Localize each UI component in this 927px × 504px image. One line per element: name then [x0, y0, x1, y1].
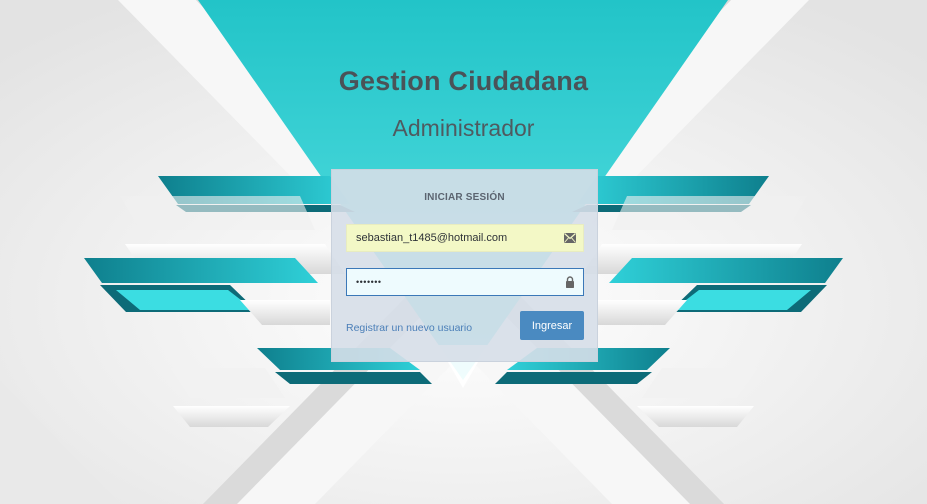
password-field[interactable]: ••••••• [346, 268, 584, 296]
app-title: Gestion Ciudadana [338, 66, 589, 96]
login-heading: INICIAR SESIÓN [424, 192, 505, 203]
email-field[interactable]: sebastian_t1485@hotmail.com [346, 224, 584, 252]
envelope-icon [557, 225, 583, 251]
email-value[interactable]: sebastian_t1485@hotmail.com [347, 232, 557, 244]
register-link[interactable]: Registrar un nuevo usuario [346, 322, 472, 334]
app-subtitle: Administrador [392, 115, 535, 141]
lock-icon [557, 269, 583, 295]
password-value[interactable]: ••••••• [347, 277, 557, 287]
ingresar-button[interactable]: Ingresar [520, 311, 584, 340]
login-card: INICIAR SESIÓN sebastian_t1485@hotmail.c… [331, 169, 598, 362]
